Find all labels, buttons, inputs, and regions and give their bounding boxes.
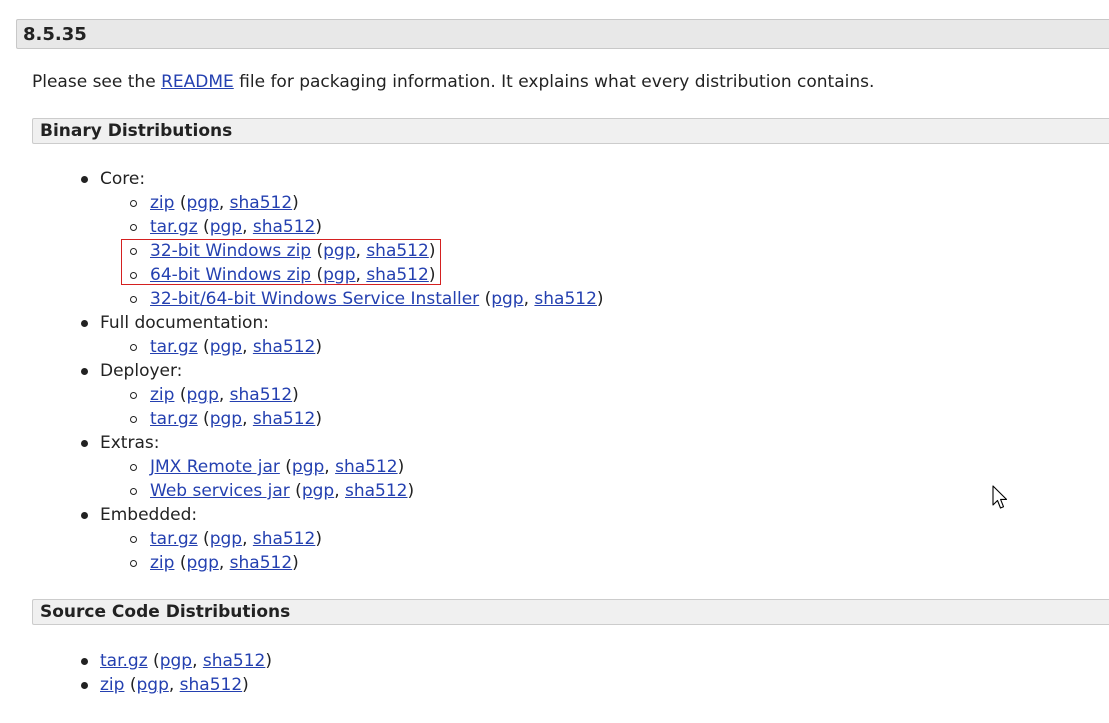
- download-item: 32-bit/64-bit Windows Service Installer …: [130, 287, 604, 311]
- download-item: Web services jar (pgp, sha512): [130, 479, 604, 503]
- documentation-downloads: tar.gz (pgp, sha512): [130, 335, 604, 359]
- group-embedded: Embedded: tar.gz (pgp, sha512) zip (pgp,…: [80, 503, 604, 575]
- download-link[interactable]: tar.gz: [150, 529, 198, 549]
- group-label: Full documentation:: [100, 313, 269, 333]
- sha512-link[interactable]: sha512: [203, 651, 266, 671]
- download-link[interactable]: zip: [100, 675, 124, 695]
- embedded-downloads: tar.gz (pgp, sha512) zip (pgp, sha512): [130, 527, 604, 575]
- sha512-link[interactable]: sha512: [253, 409, 316, 429]
- version-heading: 8.5.35: [16, 19, 1109, 49]
- download-item: zip (pgp, sha512): [130, 383, 604, 407]
- deployer-downloads: zip (pgp, sha512) tar.gz (pgp, sha512): [130, 383, 604, 431]
- group-full-documentation: Full documentation: tar.gz (pgp, sha512): [80, 311, 604, 359]
- download-item: zip (pgp, sha512): [130, 551, 604, 575]
- group-core: Core: zip (pgp, sha512) tar.gz (pgp, sha…: [80, 167, 604, 311]
- download-item: tar.gz (pgp, sha512): [130, 407, 604, 431]
- download-item: JMX Remote jar (pgp, sha512): [130, 455, 604, 479]
- sha512-link[interactable]: sha512: [534, 289, 597, 309]
- mouse-pointer-icon: [992, 485, 1008, 516]
- pgp-link[interactable]: pgp: [210, 409, 242, 429]
- pgp-link[interactable]: pgp: [186, 385, 218, 405]
- download-item: 32-bit Windows zip (pgp, sha512): [130, 239, 604, 263]
- download-item: tar.gz (pgp, sha512): [130, 335, 604, 359]
- core-downloads: zip (pgp, sha512) tar.gz (pgp, sha512) 3…: [130, 191, 604, 311]
- group-extras: Extras: JMX Remote jar (pgp, sha512) Web…: [80, 431, 604, 503]
- download-link[interactable]: 64-bit Windows zip: [150, 265, 311, 285]
- download-link[interactable]: zip: [150, 385, 174, 405]
- sha512-link[interactable]: sha512: [366, 265, 429, 285]
- intro-text: Please see the README file for packaging…: [32, 70, 874, 94]
- sha512-link[interactable]: sha512: [253, 529, 316, 549]
- download-link[interactable]: Web services jar: [150, 481, 290, 501]
- download-item: zip (pgp, sha512): [80, 673, 272, 697]
- pgp-link[interactable]: pgp: [160, 651, 192, 671]
- download-item: tar.gz (pgp, sha512): [130, 527, 604, 551]
- pgp-link[interactable]: pgp: [323, 265, 355, 285]
- sha512-link[interactable]: sha512: [253, 217, 316, 237]
- group-label: Core:: [100, 169, 146, 189]
- group-label: Extras:: [100, 433, 160, 453]
- intro-before: Please see the: [32, 72, 162, 92]
- group-label: Deployer:: [100, 361, 183, 381]
- group-deployer: Deployer: zip (pgp, sha512) tar.gz (pgp,…: [80, 359, 604, 431]
- pgp-link[interactable]: pgp: [210, 529, 242, 549]
- readme-link[interactable]: README: [161, 72, 234, 92]
- sha512-link[interactable]: sha512: [230, 193, 293, 213]
- download-link[interactable]: tar.gz: [150, 337, 198, 357]
- pgp-link[interactable]: pgp: [186, 553, 218, 573]
- download-item: tar.gz (pgp, sha512): [80, 649, 272, 673]
- pgp-link[interactable]: pgp: [210, 217, 242, 237]
- sha512-link[interactable]: sha512: [230, 385, 293, 405]
- download-link[interactable]: 32-bit/64-bit Windows Service Installer: [150, 289, 479, 309]
- download-link[interactable]: zip: [150, 193, 174, 213]
- download-link[interactable]: 32-bit Windows zip: [150, 241, 311, 261]
- pgp-link[interactable]: pgp: [136, 675, 168, 695]
- pgp-link[interactable]: pgp: [186, 193, 218, 213]
- download-item: zip (pgp, sha512): [130, 191, 604, 215]
- download-link[interactable]: tar.gz: [150, 409, 198, 429]
- source-code-distributions-heading: Source Code Distributions: [32, 599, 1109, 625]
- intro-after: file for packaging information. It expla…: [233, 72, 875, 92]
- source-distributions-list: tar.gz (pgp, sha512) zip (pgp, sha512): [80, 649, 272, 697]
- sha512-link[interactable]: sha512: [366, 241, 429, 261]
- download-link[interactable]: zip: [150, 553, 174, 573]
- pgp-link[interactable]: pgp: [292, 457, 324, 477]
- binary-distributions-heading: Binary Distributions: [32, 118, 1109, 144]
- pgp-link[interactable]: pgp: [491, 289, 523, 309]
- sha512-link[interactable]: sha512: [335, 457, 398, 477]
- download-link[interactable]: tar.gz: [100, 651, 148, 671]
- pgp-link[interactable]: pgp: [302, 481, 334, 501]
- download-link[interactable]: tar.gz: [150, 217, 198, 237]
- download-item: 64-bit Windows zip (pgp, sha512): [130, 263, 604, 287]
- extras-downloads: JMX Remote jar (pgp, sha512) Web service…: [130, 455, 604, 503]
- sha512-link[interactable]: sha512: [230, 553, 293, 573]
- group-label: Embedded:: [100, 505, 198, 525]
- binary-distributions-list: Core: zip (pgp, sha512) tar.gz (pgp, sha…: [80, 167, 604, 575]
- download-link[interactable]: JMX Remote jar: [150, 457, 280, 477]
- sha512-link[interactable]: sha512: [180, 675, 243, 695]
- pgp-link[interactable]: pgp: [323, 241, 355, 261]
- sha512-link[interactable]: sha512: [253, 337, 316, 357]
- download-item: tar.gz (pgp, sha512): [130, 215, 604, 239]
- pgp-link[interactable]: pgp: [210, 337, 242, 357]
- sha512-link[interactable]: sha512: [345, 481, 408, 501]
